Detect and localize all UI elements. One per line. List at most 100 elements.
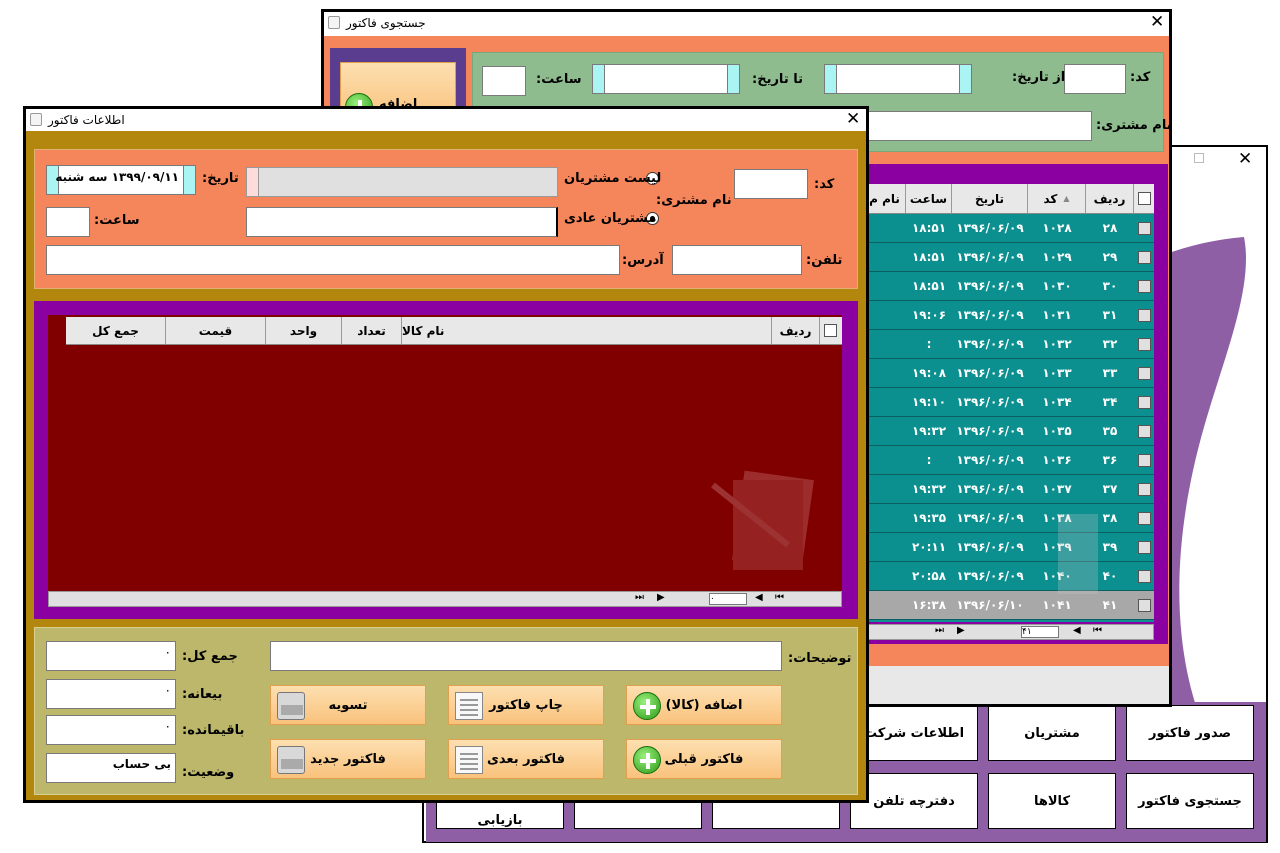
customer-name-input[interactable]: [864, 111, 1092, 141]
cell-date: ۱۳۹۶/۰۶/۰۹: [956, 453, 1024, 467]
table-row[interactable]: ۱۹:۱۰ ۱۳۹۶/۰۶/۰۹ ۱۰۳۴ ۳۴: [864, 388, 1154, 417]
select-all-checkbox[interactable]: [1138, 192, 1151, 205]
next-record-icon[interactable]: ▶: [657, 592, 665, 603]
settle-button[interactable]: تسویه: [270, 685, 426, 725]
row-checkbox[interactable]: [1138, 454, 1151, 467]
dropdown-arrow-icon[interactable]: [959, 65, 971, 93]
table-row[interactable]: ۱۹:۰۶ ۱۳۹۶/۰۶/۰۹ ۱۰۳۱ ۳۱: [864, 301, 1154, 330]
row-checkbox[interactable]: [1138, 367, 1151, 380]
header-unit[interactable]: واحد: [266, 317, 342, 344]
table-row[interactable]: : ۱۳۹۶/۰۶/۰۹ ۱۰۳۶ ۳۶: [864, 446, 1154, 475]
select-all-checkbox[interactable]: [824, 324, 837, 337]
row-checkbox[interactable]: [1138, 338, 1151, 351]
header-date[interactable]: تاریخ: [952, 184, 1028, 213]
header-name[interactable]: نام م: [864, 184, 906, 213]
combo-arrow-icon[interactable]: [247, 168, 259, 196]
table-row[interactable]: ۱۶:۳۸ ۱۳۹۶/۰۶/۱۰ ۱۰۴۱ ۴۱: [864, 591, 1154, 620]
date-label: تاریخ:: [202, 171, 239, 186]
header-total[interactable]: جمع کل: [66, 317, 166, 344]
issue-invoice-button[interactable]: صدور فاکتور: [1126, 705, 1254, 761]
spin-arrows-icon[interactable]: [825, 65, 837, 93]
code-input[interactable]: [1064, 64, 1126, 94]
row-checkbox[interactable]: [1138, 222, 1151, 235]
header-time[interactable]: ساعت: [906, 184, 952, 213]
row-checkbox[interactable]: [1138, 425, 1151, 438]
to-date-picker[interactable]: [592, 64, 740, 94]
status-label: وضعیت:: [182, 765, 235, 780]
cell-code: ۱۰۳۵: [1042, 424, 1072, 438]
new-invoice-button[interactable]: فاکتور جدید: [270, 739, 426, 779]
close-icon[interactable]: ✕: [1238, 150, 1252, 168]
date-picker[interactable]: ۱۳۹۹/۰۹/۱۱ سه شنبه: [46, 165, 196, 195]
from-date-picker[interactable]: [824, 64, 972, 94]
close-icon[interactable]: ✕: [846, 110, 860, 128]
header-row[interactable]: ردیف: [772, 317, 820, 344]
print-invoice-button[interactable]: چاپ فاکتور: [448, 685, 604, 725]
table-row[interactable]: ۱۸:۵۱ ۱۳۹۶/۰۶/۰۹ ۱۰۳۰ ۳۰: [864, 272, 1154, 301]
customer-list-combo[interactable]: [246, 167, 558, 197]
first-record-icon[interactable]: ⏮: [1093, 625, 1102, 636]
customer-name-label: نام مشتری:: [1096, 118, 1172, 133]
dropdown-arrow-icon[interactable]: [727, 65, 739, 93]
table-row[interactable]: ۱۹:۰۸ ۱۳۹۶/۰۶/۰۹ ۱۰۳۳ ۳۳: [864, 359, 1154, 388]
next-record-icon[interactable]: ▶: [957, 625, 965, 636]
code-input[interactable]: [734, 169, 808, 199]
row-checkbox[interactable]: [1138, 280, 1151, 293]
total-label: جمع کل:: [182, 649, 238, 664]
time-input[interactable]: [482, 66, 526, 96]
cell-row: ۳۲: [1102, 337, 1118, 351]
last-record-icon[interactable]: ⏭: [635, 592, 644, 603]
header-row[interactable]: ردیف: [1086, 184, 1134, 213]
row-checkbox[interactable]: [1138, 570, 1151, 583]
address-input[interactable]: [46, 245, 620, 275]
deposit-input[interactable]: ۰: [46, 679, 176, 709]
header-count[interactable]: تعداد: [342, 317, 402, 344]
header-product[interactable]: نام کالا: [402, 317, 772, 344]
header-code[interactable]: ▲ کد: [1028, 184, 1086, 213]
customers-button[interactable]: مشتریان: [988, 705, 1116, 761]
phone-input[interactable]: [672, 245, 802, 275]
row-checkbox[interactable]: [1138, 396, 1151, 409]
time-label: ساعت:: [94, 213, 140, 228]
description-input[interactable]: [270, 641, 782, 671]
previous-invoice-button[interactable]: فاکتور قبلی: [626, 739, 782, 779]
dropdown-arrow-icon[interactable]: [183, 166, 195, 194]
table-row[interactable]: ۲۰:۱۱ ۱۳۹۶/۰۶/۰۹ ۱۰۳۹ ۳۹: [864, 533, 1154, 562]
row-checkbox[interactable]: [1138, 599, 1151, 612]
company-info-button[interactable]: اطلاعات شرکت: [850, 705, 978, 761]
add-product-button[interactable]: اضافه (کالا): [626, 685, 782, 725]
last-record-icon[interactable]: ⏭: [935, 625, 944, 636]
time-input[interactable]: [46, 207, 90, 237]
row-checkbox[interactable]: [1138, 483, 1151, 496]
row-checkbox[interactable]: [1138, 512, 1151, 525]
phonebook-button[interactable]: دفترچه تلفن: [850, 773, 978, 829]
table-row[interactable]: ۱۹:۳۲ ۱۳۹۶/۰۶/۰۹ ۱۰۳۷ ۳۷: [864, 475, 1154, 504]
record-position[interactable]: ۴۱: [1021, 626, 1059, 638]
table-row[interactable]: ۱۹:۳۲ ۱۳۹۶/۰۶/۰۹ ۱۰۳۵ ۳۵: [864, 417, 1154, 446]
row-checkbox[interactable]: [1138, 251, 1151, 264]
cell-date: ۱۳۹۶/۰۶/۰۹: [956, 250, 1024, 264]
table-row[interactable]: ۱۸:۵۱ ۱۳۹۶/۰۶/۰۹ ۱۰۲۹ ۲۹: [864, 243, 1154, 272]
search-invoice-button[interactable]: جستجوی فاکتور: [1126, 773, 1254, 829]
table-row[interactable]: : ۱۳۹۶/۰۶/۰۹ ۱۰۳۲ ۳۲: [864, 330, 1154, 359]
table-row[interactable]: ۱۹:۳۵ ۱۳۹۶/۰۶/۰۹ ۱۰۳۸ ۳۸: [864, 504, 1154, 533]
next-invoice-button[interactable]: فاکتور بعدی: [448, 739, 604, 779]
minimize-icon[interactable]: [1194, 153, 1204, 163]
header-price[interactable]: قیمت: [166, 317, 266, 344]
table-row[interactable]: ۲۰:۵۸ ۱۳۹۶/۰۶/۰۹ ۱۰۴۰ ۴۰: [864, 562, 1154, 591]
products-button[interactable]: کالاها: [988, 773, 1116, 829]
first-record-icon[interactable]: ⏮: [775, 592, 784, 603]
row-checkbox[interactable]: [1138, 309, 1151, 322]
close-icon[interactable]: ✕: [1150, 13, 1164, 31]
spin-arrows-icon[interactable]: [593, 65, 605, 93]
table-row[interactable]: ۱۸:۵۱ ۱۳۹۶/۰۶/۰۹ ۱۰۲۸ ۲۸: [864, 214, 1154, 243]
prev-record-icon[interactable]: ◀: [1073, 625, 1081, 636]
cell-time: ۱۸:۵۱: [911, 279, 947, 293]
cell-date: ۱۳۹۶/۰۶/۰۹: [956, 279, 1024, 293]
record-position[interactable]: ۰: [709, 593, 747, 605]
row-checkbox[interactable]: [1138, 541, 1151, 554]
customer-name-input[interactable]: [246, 207, 558, 237]
invoice-window-title: اطلاعات فاکتور: [48, 113, 125, 127]
cell-time: ۱۶:۳۸: [911, 598, 947, 612]
prev-record-icon[interactable]: ◀: [755, 592, 763, 603]
